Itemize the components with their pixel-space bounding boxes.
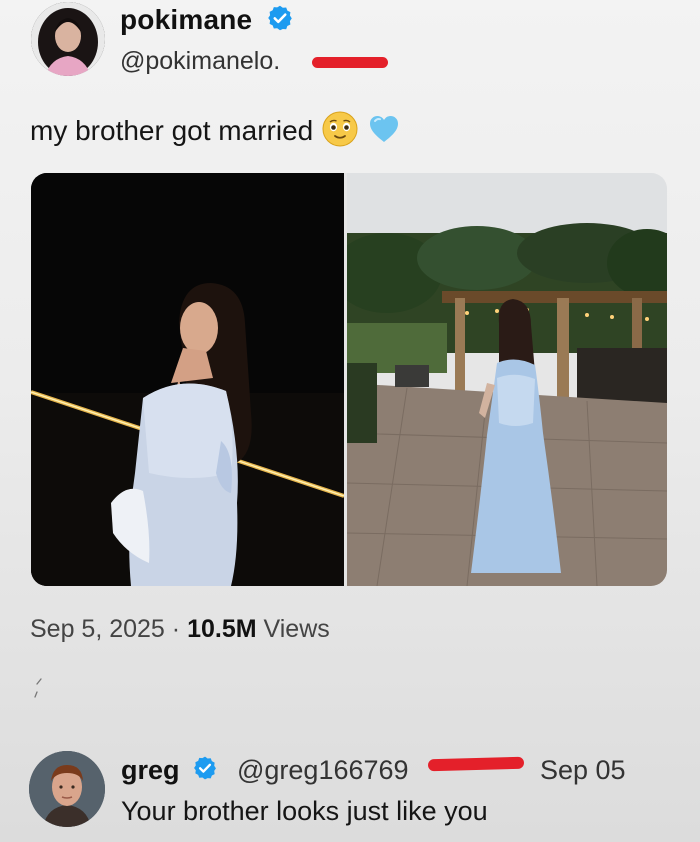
- post-date[interactable]: Sep 5, 2025: [30, 615, 165, 643]
- meta-separator: ·: [171, 615, 181, 643]
- reply-author-avatar[interactable]: [29, 751, 105, 827]
- post-text: my brother got married: [30, 110, 401, 155]
- author-name-text[interactable]: pokimane: [120, 4, 252, 35]
- views-label: Views: [263, 615, 330, 643]
- author-display-name[interactable]: pokimane: [120, 4, 294, 39]
- thread-line-icon: [32, 676, 46, 702]
- post-text-content: my brother got married: [30, 114, 314, 146]
- post-meta: Sep 5, 2025 · 10.5M Views: [30, 615, 330, 644]
- reply-verified-badge-icon: [192, 755, 218, 788]
- reply-date[interactable]: Sep 05: [540, 755, 626, 786]
- verified-badge-icon: [266, 4, 294, 39]
- views-count: 10.5M: [187, 615, 257, 643]
- reply-text: Your brother looks just like you: [121, 796, 488, 826]
- reply-author-name-text[interactable]: greg: [121, 755, 180, 785]
- media-photo-1[interactable]: [31, 173, 344, 586]
- author-handle[interactable]: @pokimanelo.: [120, 47, 280, 76]
- handle-redaction-mark: [312, 57, 388, 68]
- smiling-face-with-tear-eyes-emoji-icon: [321, 110, 359, 155]
- reply-author-handle[interactable]: @greg166769: [237, 755, 409, 786]
- media-photo-2[interactable]: [347, 173, 667, 586]
- reply-author-name[interactable]: greg: [121, 755, 218, 788]
- light-blue-heart-emoji-icon: [367, 112, 401, 153]
- reply-handle-redaction-mark: [427, 756, 525, 772]
- author-avatar[interactable]: [31, 2, 105, 76]
- post-media-grid[interactable]: [31, 173, 667, 586]
